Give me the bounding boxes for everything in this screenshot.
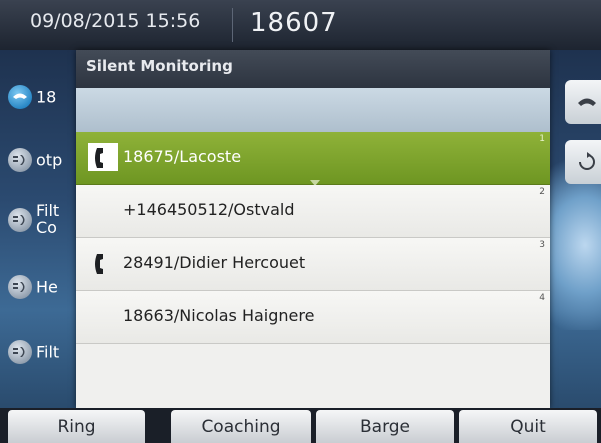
line-key-label: otp bbox=[36, 150, 63, 170]
list-item-index: 1 bbox=[539, 134, 545, 144]
list-item-label: 18663/Nicolas Haignere bbox=[123, 306, 315, 325]
coaching-button[interactable]: Coaching bbox=[171, 410, 311, 443]
ring-button[interactable]: Ring bbox=[8, 410, 145, 443]
dialog-title: Silent Monitoring bbox=[86, 57, 233, 75]
silent-monitoring-dialog: Silent Monitoring 18675/Lacoste 1 +14645… bbox=[76, 50, 550, 408]
line-key-5[interactable]: Filt bbox=[8, 340, 59, 364]
status-bar: 09/08/2015 15:56 18607 bbox=[0, 0, 601, 50]
list-item-index: 4 bbox=[539, 293, 545, 303]
dialog-search-band[interactable] bbox=[76, 88, 550, 132]
redial-side-button[interactable] bbox=[565, 140, 601, 184]
status-divider bbox=[232, 8, 233, 42]
list-item-label: 28491/Didier Hercouet bbox=[123, 253, 306, 272]
line-key-label: He bbox=[36, 277, 58, 297]
redial-icon bbox=[579, 152, 595, 170]
line-key-4[interactable]: He bbox=[8, 275, 58, 299]
barge-button[interactable]: Barge bbox=[316, 410, 454, 443]
quit-button[interactable]: Quit bbox=[459, 410, 597, 443]
line-key-label: Filt bbox=[36, 342, 60, 362]
date-time: 09/08/2015 15:56 bbox=[30, 10, 201, 32]
list-item-index: 2 bbox=[539, 187, 545, 197]
dialog-header: Silent Monitoring bbox=[76, 50, 550, 88]
own-line-number: 18607 bbox=[250, 8, 338, 38]
hangup-side-button[interactable] bbox=[565, 80, 601, 124]
line-monitor-icon bbox=[8, 340, 32, 364]
list-item[interactable]: 28491/Didier Hercouet 3 bbox=[76, 238, 550, 291]
list-item-index: 3 bbox=[539, 240, 545, 250]
line-key-label-second: Co bbox=[36, 218, 57, 237]
handset-icon bbox=[578, 98, 596, 106]
list-item[interactable]: 18675/Lacoste 1 bbox=[76, 132, 550, 186]
softkey-bar: Ring Coaching Barge Quit bbox=[0, 408, 601, 443]
line-key-2[interactable]: otp bbox=[8, 148, 62, 172]
line-monitor-icon bbox=[8, 275, 32, 299]
line-key-label: Filt bbox=[36, 201, 60, 220]
line-monitor-icon bbox=[8, 148, 32, 172]
desk-phone-icon bbox=[95, 148, 103, 168]
handset-icon bbox=[8, 85, 32, 109]
monitor-list: 18675/Lacoste 1 +146450512/Ostvald 2 284… bbox=[76, 132, 550, 408]
desk-phone-icon bbox=[95, 254, 103, 274]
list-item[interactable]: +146450512/Ostvald 2 bbox=[76, 185, 550, 238]
list-item-label: 18675/Lacoste bbox=[123, 147, 242, 166]
line-key-label: 18 bbox=[36, 87, 57, 107]
line-key-1[interactable]: 18 bbox=[8, 85, 56, 109]
list-item-label: +146450512/Ostvald bbox=[123, 200, 295, 219]
line-monitor-icon bbox=[8, 208, 32, 232]
line-key-3[interactable]: Filt Co bbox=[8, 202, 59, 236]
list-item[interactable]: 18663/Nicolas Haignere 4 bbox=[76, 291, 550, 344]
phone-screen: 09/08/2015 15:56 18607 18 otp Filt Co He… bbox=[0, 0, 601, 443]
